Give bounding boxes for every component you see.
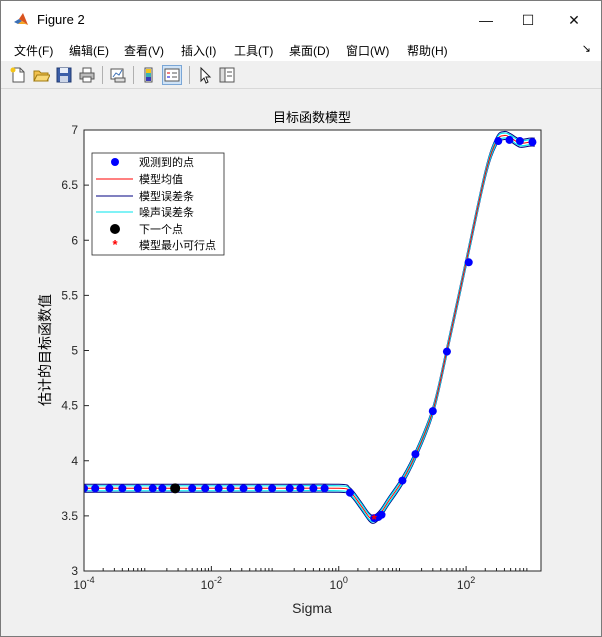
menu-tools[interactable]: 工具(T)	[234, 42, 273, 59]
observed-point[interactable]	[442, 347, 451, 356]
observed-point[interactable]	[158, 484, 167, 493]
observed-point[interactable]	[320, 484, 329, 493]
x-axis-label: Sigma	[292, 600, 332, 616]
link-plot-icon[interactable]	[109, 66, 127, 84]
observed-point[interactable]	[91, 484, 100, 493]
observed-point[interactable]	[214, 484, 223, 493]
observed-point[interactable]	[528, 138, 537, 147]
property-editor-icon[interactable]	[218, 66, 236, 84]
menu-window[interactable]: 窗口(W)	[346, 42, 389, 59]
y-tick-label: 6.5	[61, 178, 78, 192]
legend-next-point-label: 下一个点	[139, 223, 183, 236]
print-icon[interactable]	[78, 66, 96, 84]
menu-bar: 文件(F) 编辑(E) 查看(V) 插入(I) 工具(T) 桌面(D) 窗口(W…	[1, 39, 601, 61]
observed-point[interactable]	[515, 137, 524, 146]
y-tick-label: 5.5	[61, 288, 78, 302]
y-tick-label: 5	[71, 344, 78, 358]
observed-point[interactable]	[188, 484, 197, 493]
open-file-icon[interactable]	[32, 66, 50, 84]
observed-point[interactable]	[309, 484, 318, 493]
y-axis-label: 估计的目标函数值	[38, 294, 54, 406]
legend-observed-marker	[111, 158, 119, 166]
y-tick-label: 3.5	[61, 509, 78, 523]
chart-title: 目标函数模型	[273, 111, 351, 126]
pointer-icon[interactable]	[196, 66, 214, 84]
observed-point[interactable]	[428, 407, 437, 416]
toolbar-separator	[189, 66, 190, 84]
y-tick-label: 4	[71, 454, 78, 468]
legend-observed-label: 观测到的点	[139, 155, 194, 169]
menu-edit[interactable]: 编辑(E)	[69, 42, 109, 59]
observed-point[interactable]	[239, 484, 248, 493]
observed-point[interactable]	[377, 510, 386, 519]
observed-point[interactable]	[105, 484, 114, 493]
observed-point[interactable]	[411, 450, 420, 459]
window-title: Figure 2	[37, 12, 85, 27]
chart[interactable]: 目标函数模型 3 3.5 4 4.5 5 5.5 6 6.5 7 10-4 10-2 100 102 *…	[0, 88, 600, 635]
insert-legend-icon[interactable]	[162, 65, 182, 85]
min-feasible-marker[interactable]: *	[371, 511, 377, 527]
x-tick-label: 100	[330, 575, 348, 592]
insert-colorbar-icon[interactable]	[140, 66, 158, 84]
legend-min-feasible-label: 模型最小可行点	[139, 238, 216, 252]
menu-desktop[interactable]: 桌面(D)	[289, 42, 330, 59]
observed-point[interactable]	[148, 484, 157, 493]
minimize-button[interactable]: —	[463, 1, 509, 39]
observed-point[interactable]	[118, 484, 127, 493]
save-icon[interactable]	[55, 66, 73, 84]
observed-point[interactable]	[464, 258, 473, 267]
title-bar[interactable]: Figure 2 — ☐ ✕	[1, 1, 601, 39]
observed-point[interactable]	[226, 484, 235, 493]
observed-point[interactable]	[505, 135, 514, 144]
y-tick-label: 6	[71, 233, 78, 247]
legend-mean-label: 模型均值	[139, 172, 183, 186]
matlab-logo-icon	[14, 13, 28, 25]
legend-noise-error-label: 噪声误差条	[139, 205, 194, 219]
observed-point[interactable]	[201, 484, 210, 493]
observed-point[interactable]	[398, 476, 407, 485]
close-icon: ✕	[568, 11, 580, 28]
observed-point[interactable]	[345, 488, 354, 497]
maximize-icon: ☐	[521, 11, 535, 28]
toolbar-separator	[133, 66, 134, 84]
legend-next-point-marker	[110, 224, 120, 234]
maximize-button[interactable]: ☐	[505, 1, 551, 39]
close-button[interactable]: ✕	[551, 1, 597, 39]
x-tick-label: 10-2	[201, 575, 222, 592]
menu-file[interactable]: 文件(F)	[14, 42, 53, 59]
observed-point[interactable]	[133, 484, 142, 493]
y-tick-label: 3	[71, 564, 78, 578]
observed-point[interactable]	[268, 484, 277, 493]
toolbar-separator	[102, 66, 103, 84]
observed-point[interactable]	[296, 484, 305, 493]
observed-point[interactable]	[494, 137, 503, 146]
y-tick-label: 4.5	[61, 399, 78, 413]
next-point-marker[interactable]	[170, 483, 181, 494]
menu-overflow-icon[interactable]: ↘	[582, 42, 591, 55]
menu-insert[interactable]: 插入(I)	[181, 42, 216, 59]
toolbar	[1, 62, 601, 89]
x-tick-label: 102	[457, 575, 475, 592]
observed-point[interactable]	[254, 484, 263, 493]
menu-help[interactable]: 帮助(H)	[407, 42, 448, 59]
observed-point[interactable]	[285, 484, 294, 493]
new-figure-icon[interactable]	[9, 66, 27, 84]
y-tick-label: 7	[71, 123, 78, 137]
minimize-icon: —	[479, 12, 493, 28]
x-tick-label: 10-4	[73, 575, 94, 592]
legend[interactable]: 观测到的点 模型均值 模型误差条 噪声误差条 下一个点 * 模型最小可行点	[91, 152, 225, 256]
legend-model-error-label: 模型误差条	[139, 189, 194, 203]
menu-view[interactable]: 查看(V)	[124, 42, 164, 59]
